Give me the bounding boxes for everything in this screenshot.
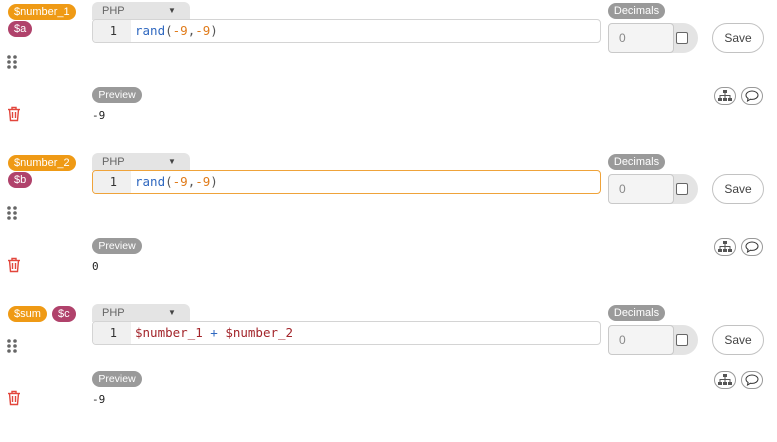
caret-down-icon: ▼ bbox=[168, 308, 176, 317]
trash-icon[interactable] bbox=[7, 257, 21, 273]
save-button[interactable]: Save bbox=[712, 325, 764, 355]
code-token: ( bbox=[165, 174, 173, 189]
code-token: -9 bbox=[195, 174, 211, 189]
hierarchy-button[interactable] bbox=[714, 87, 736, 105]
variable-name-badge[interactable]: $number_1 bbox=[8, 4, 76, 20]
comment-button[interactable] bbox=[741, 87, 763, 105]
language-dropdown[interactable]: PHP ▼ bbox=[92, 2, 190, 20]
decimals-checkbox[interactable] bbox=[676, 183, 688, 195]
speech-bubble-icon bbox=[745, 90, 759, 102]
speech-bubble-icon bbox=[745, 241, 759, 253]
decimals-control: 0 bbox=[608, 174, 698, 204]
code-token: rand bbox=[135, 23, 166, 38]
decimals-label: Decimals bbox=[608, 305, 665, 321]
caret-down-icon: ▼ bbox=[168, 157, 176, 166]
preview-value: 0 bbox=[92, 260, 99, 273]
save-button[interactable]: Save bbox=[712, 174, 764, 204]
preview-label: Preview bbox=[92, 87, 142, 103]
language-dropdown[interactable]: PHP ▼ bbox=[92, 153, 190, 171]
code-token: + bbox=[202, 325, 226, 340]
code-editor[interactable]: 1 rand(-9,-9) bbox=[92, 19, 601, 43]
code-token: ( bbox=[165, 23, 173, 38]
grip-dots-icon[interactable] bbox=[6, 55, 20, 69]
grip-dots-icon[interactable] bbox=[6, 339, 20, 353]
caret-down-icon: ▼ bbox=[168, 6, 176, 15]
line-number: 1 bbox=[93, 322, 131, 344]
formula-block: $number_2 $b PHP ▼ 1 rand(-9,-9) Decimal… bbox=[0, 151, 777, 291]
grip-dots-icon[interactable] bbox=[6, 206, 20, 220]
hierarchy-button[interactable] bbox=[714, 371, 736, 389]
variable-short-badge[interactable]: $a bbox=[8, 21, 33, 37]
code-editor[interactable]: 1 $number_1 + $number_2 bbox=[92, 321, 601, 345]
variable-name-badge[interactable]: $sum bbox=[8, 306, 47, 322]
code-token: $number_2 bbox=[225, 325, 294, 340]
decimals-input[interactable]: 0 bbox=[608, 325, 674, 355]
hierarchy-icon bbox=[718, 374, 732, 385]
language-label: PHP bbox=[102, 307, 125, 319]
preview-label: Preview bbox=[92, 371, 142, 387]
code-token: $number_1 bbox=[135, 325, 203, 340]
code-token: -9 bbox=[172, 174, 188, 189]
decimals-input[interactable]: 0 bbox=[608, 174, 674, 204]
code-line[interactable]: $number_1 + $number_2 bbox=[135, 322, 293, 344]
decimals-label: Decimals bbox=[608, 3, 665, 19]
language-label: PHP bbox=[102, 156, 125, 168]
save-button[interactable]: Save bbox=[712, 23, 764, 53]
decimals-label: Decimals bbox=[608, 154, 665, 170]
decimals-checkbox[interactable] bbox=[676, 334, 688, 346]
code-token: ) bbox=[210, 23, 218, 38]
formula-block: $sum $c PHP ▼ 1 $number_1 + $number_2 De… bbox=[0, 302, 777, 442]
variable-short-badge[interactable]: $c bbox=[52, 306, 76, 322]
decimals-control: 0 bbox=[608, 23, 698, 53]
code-token: ) bbox=[210, 174, 218, 189]
speech-bubble-icon bbox=[745, 374, 759, 386]
preview-value: -9 bbox=[92, 393, 106, 406]
language-dropdown[interactable]: PHP ▼ bbox=[92, 304, 190, 322]
formula-block: $number_1 $a PHP ▼ 1 rand(-9,-9) Decimal… bbox=[0, 0, 777, 140]
preview-value: -9 bbox=[92, 109, 106, 122]
decimals-input[interactable]: 0 bbox=[608, 23, 674, 53]
variable-name-badge[interactable]: $number_2 bbox=[8, 155, 76, 171]
comment-button[interactable] bbox=[741, 371, 763, 389]
trash-icon[interactable] bbox=[7, 390, 21, 406]
comment-button[interactable] bbox=[741, 238, 763, 256]
preview-label: Preview bbox=[92, 238, 142, 254]
code-line[interactable]: rand(-9,-9) bbox=[135, 171, 218, 193]
line-number: 1 bbox=[93, 171, 131, 193]
decimals-control: 0 bbox=[608, 325, 698, 355]
language-label: PHP bbox=[102, 5, 125, 17]
code-token: -9 bbox=[195, 23, 211, 38]
code-token: rand bbox=[135, 174, 166, 189]
trash-icon[interactable] bbox=[7, 106, 21, 122]
variable-short-badge[interactable]: $b bbox=[8, 172, 33, 188]
hierarchy-button[interactable] bbox=[714, 238, 736, 256]
code-editor[interactable]: 1 rand(-9,-9) bbox=[92, 170, 601, 194]
code-token: -9 bbox=[172, 23, 188, 38]
hierarchy-icon bbox=[718, 241, 732, 252]
hierarchy-icon bbox=[718, 90, 732, 101]
line-number: 1 bbox=[93, 20, 131, 42]
decimals-checkbox[interactable] bbox=[676, 32, 688, 44]
code-line[interactable]: rand(-9,-9) bbox=[135, 20, 218, 42]
